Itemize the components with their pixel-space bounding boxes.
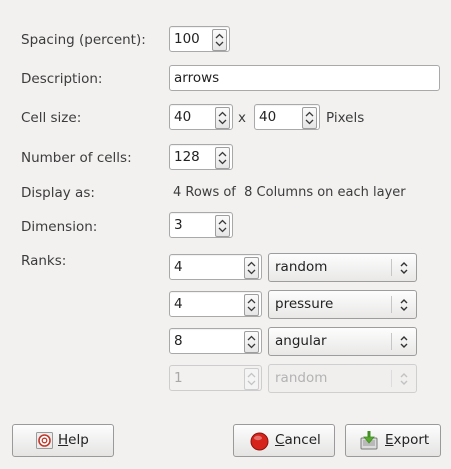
cell-size-unit: Pixels	[326, 110, 365, 126]
num-cells-spinbutton[interactable]: 128	[169, 144, 233, 170]
cell-size-label: Cell size:	[21, 110, 82, 126]
rank-4-value: 1	[174, 370, 183, 386]
rank-3-value: 8	[174, 333, 183, 349]
cancel-icon	[250, 432, 269, 455]
cell-width-spinbutton[interactable]: 40	[169, 104, 233, 130]
spin-arrows-icon[interactable]	[215, 215, 230, 237]
spin-arrows-icon	[244, 368, 259, 390]
spin-arrows-icon[interactable]	[244, 257, 259, 279]
help-mnemonic: H	[58, 432, 69, 448]
cancel-button[interactable]: Cancel	[233, 424, 335, 457]
cell-size-times: x	[238, 110, 246, 126]
display-as-label: Display as:	[21, 185, 95, 201]
description-label: Description:	[21, 71, 103, 87]
export-label-rest: xport	[393, 432, 430, 448]
cell-width-value: 40	[174, 109, 192, 125]
export-mnemonic: E	[385, 432, 394, 448]
rank-4-spinbutton: 1	[169, 365, 262, 391]
export-button[interactable]: Export	[345, 424, 441, 457]
combo-arrows-icon	[398, 261, 410, 279]
num-cells-label: Number of cells:	[21, 150, 132, 166]
rank-2-mode-combo[interactable]: pressure	[268, 290, 417, 319]
help-button[interactable]: Help	[12, 424, 114, 457]
rank-1-value: 4	[174, 259, 183, 275]
spin-arrows-icon[interactable]	[244, 331, 259, 353]
rank-2-spinbutton[interactable]: 4	[169, 291, 262, 317]
rank-3-spinbutton[interactable]: 8	[169, 328, 262, 354]
display-as-value: 4 Rows of 8 Columns on each layer	[173, 185, 406, 200]
cell-height-spinbutton[interactable]: 40	[254, 104, 320, 130]
rank-2-mode: pressure	[275, 296, 334, 312]
description-value: arrows	[174, 70, 220, 86]
cancel-label-rest: ancel	[284, 432, 321, 448]
help-label-rest: elp	[68, 432, 89, 448]
combo-arrows-icon	[398, 298, 410, 316]
rank-3-mode-combo[interactable]: angular	[268, 327, 417, 356]
spin-arrows-icon[interactable]	[215, 107, 230, 129]
dimension-spinbutton[interactable]: 3	[169, 212, 233, 238]
dimension-value: 3	[174, 217, 183, 233]
combo-arrows-icon	[398, 372, 410, 390]
spacing-value: 100	[174, 31, 200, 47]
rank-4-mode-combo: random	[268, 364, 417, 393]
spacing-spinbutton[interactable]: 100	[169, 26, 230, 52]
rank-2-value: 4	[174, 296, 183, 312]
spin-arrows-icon[interactable]	[212, 29, 227, 51]
spacing-label: Spacing (percent):	[21, 32, 146, 48]
combo-arrows-icon	[398, 335, 410, 353]
rank-4-mode: random	[275, 370, 328, 386]
rank-1-mode: random	[275, 259, 328, 275]
num-cells-value: 128	[174, 149, 200, 165]
help-icon	[36, 432, 53, 453]
spin-arrows-icon[interactable]	[302, 107, 317, 129]
description-input[interactable]: arrows	[169, 65, 440, 91]
spin-arrows-icon[interactable]	[244, 294, 259, 316]
spin-arrows-icon[interactable]	[215, 147, 230, 169]
export-icon	[359, 430, 379, 455]
rank-1-spinbutton[interactable]: 4	[169, 254, 262, 280]
rank-3-mode: angular	[275, 333, 327, 349]
dimension-label: Dimension:	[21, 219, 98, 235]
ranks-label: Ranks:	[21, 253, 67, 269]
rank-1-mode-combo[interactable]: random	[268, 253, 417, 282]
cell-height-value: 40	[259, 109, 277, 125]
